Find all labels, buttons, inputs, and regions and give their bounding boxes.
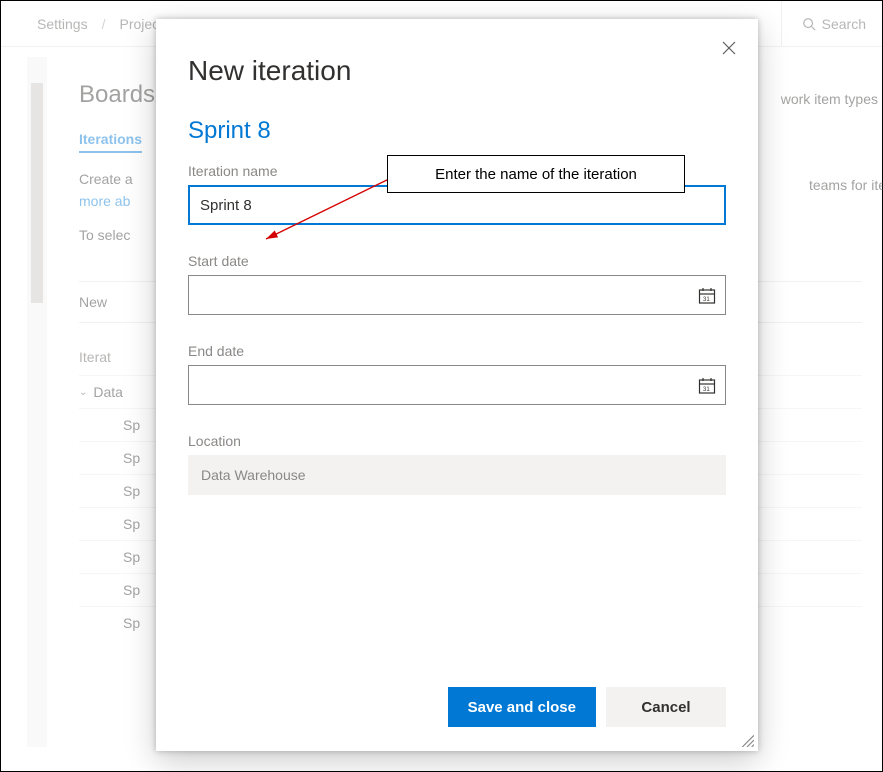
close-icon bbox=[722, 41, 736, 55]
field-location: Location Data Warehouse bbox=[188, 433, 726, 495]
end-date-input[interactable] bbox=[188, 365, 726, 405]
dialog-actions: Save and close Cancel bbox=[188, 667, 726, 727]
field-label: Location bbox=[188, 433, 726, 449]
cancel-button[interactable]: Cancel bbox=[606, 687, 726, 727]
resize-grip-icon[interactable] bbox=[740, 733, 754, 747]
chevron-down-icon: ⌄ bbox=[79, 387, 87, 398]
location-readonly: Data Warehouse bbox=[188, 455, 726, 495]
location-value: Data Warehouse bbox=[201, 467, 306, 483]
breadcrumb-separator: / bbox=[102, 16, 106, 32]
new-iteration-dialog: New iteration Sprint 8 Iteration name St… bbox=[156, 19, 758, 751]
dialog-subtitle: Sprint 8 bbox=[188, 117, 726, 145]
field-start-date: Start date 31 bbox=[188, 253, 726, 315]
save-and-close-button[interactable]: Save and close bbox=[448, 687, 596, 727]
tab-iterations[interactable]: Iterations bbox=[79, 131, 142, 153]
description-text: teams for ite bbox=[809, 177, 883, 193]
field-label: End date bbox=[188, 343, 726, 359]
dialog-title: New iteration bbox=[188, 55, 726, 87]
breadcrumb-item[interactable]: Settings bbox=[37, 16, 88, 32]
annotation-callout: Enter the name of the iteration bbox=[387, 155, 685, 193]
close-button[interactable] bbox=[718, 37, 740, 64]
search-placeholder: Search bbox=[822, 16, 866, 32]
search-icon bbox=[802, 17, 816, 31]
field-label: Start date bbox=[188, 253, 726, 269]
field-end-date: End date 31 bbox=[188, 343, 726, 405]
search-box[interactable]: Search bbox=[781, 1, 866, 46]
annotation-text: Enter the name of the iteration bbox=[435, 166, 637, 183]
start-date-input[interactable] bbox=[188, 275, 726, 315]
new-button[interactable]: New bbox=[79, 294, 107, 310]
tree-node-label: Data bbox=[93, 384, 123, 400]
